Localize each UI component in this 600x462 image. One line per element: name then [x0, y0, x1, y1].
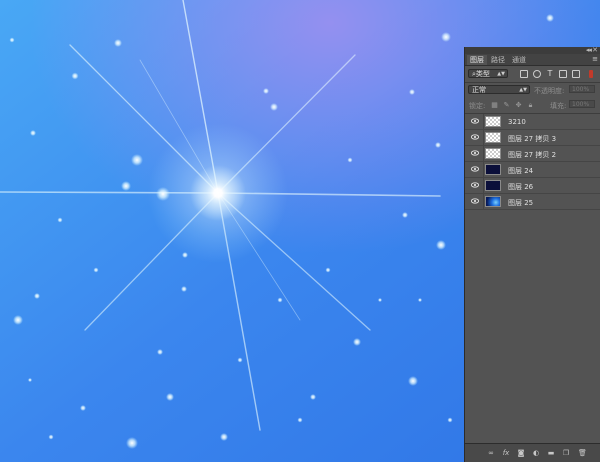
visibility-toggle[interactable] — [465, 114, 484, 130]
panel-tabs: 图层 路径 通道 ≡ — [465, 54, 600, 66]
opacity-input[interactable]: 100% — [569, 85, 595, 93]
opacity-label: 不透明度: — [534, 87, 565, 95]
layer-filter-row: ⌕类型 ▲▼ T — [465, 68, 600, 80]
layer-thumbnail — [485, 132, 501, 143]
layer-row[interactable]: 3210 — [465, 114, 600, 130]
layers-panel: ◂◂ ✕ 图层 路径 通道 ≡ ⌕类型 ▲▼ T 正常 ▲▼ 不透明度: 100… — [464, 46, 600, 462]
pixel-filter-icon[interactable] — [520, 70, 528, 78]
collapse-arrows-icon[interactable]: ◂◂ ✕ — [586, 46, 598, 54]
fill-label: 填充: — [550, 102, 567, 110]
mask-icon[interactable]: ◙ — [517, 449, 525, 457]
eye-icon — [471, 134, 479, 140]
lock-brush-icon[interactable]: ✎ — [503, 102, 510, 109]
group-folder-icon[interactable]: ▬ — [547, 449, 555, 457]
lock-move-icon[interactable]: ✥ — [515, 102, 522, 109]
type-filter-icon[interactable]: T — [546, 70, 554, 78]
layer-row[interactable]: 图层 25 — [465, 194, 600, 210]
filter-kind-select[interactable]: ⌕类型 ▲▼ — [468, 69, 508, 78]
layer-thumbnail — [485, 148, 501, 159]
layer-row[interactable]: 图层 27 拷贝 3 — [465, 130, 600, 146]
layer-name: 图层 24 — [508, 167, 534, 175]
shape-filter-icon[interactable] — [559, 70, 567, 78]
visibility-toggle[interactable] — [465, 178, 484, 194]
layer-thumbnail — [485, 196, 501, 207]
lock-all-icon[interactable]: 🔒︎ — [527, 102, 534, 109]
filter-toggle-switch[interactable] — [589, 70, 593, 78]
layer-row[interactable]: 图层 27 拷贝 2 — [465, 146, 600, 162]
lock-label: 锁定: — [469, 102, 486, 110]
eye-icon — [471, 166, 479, 172]
panel-menu-icon[interactable]: ≡ — [592, 55, 598, 63]
fill-input[interactable]: 100% — [569, 100, 595, 108]
layer-name: 图层 26 — [508, 183, 534, 191]
tab-paths[interactable]: 路径 — [488, 55, 508, 65]
visibility-toggle[interactable] — [465, 194, 484, 210]
divider — [465, 82, 600, 83]
layer-name: 图层 27 拷贝 2 — [508, 151, 557, 159]
fx-icon[interactable]: fx — [502, 449, 510, 457]
blend-row: 正常 ▲▼ 不透明度: 100% — [465, 84, 600, 96]
lock-transparent-icon[interactable]: ▦ — [491, 102, 498, 109]
eye-icon — [471, 182, 479, 188]
layer-name: 图层 25 — [508, 199, 534, 207]
lock-row: 锁定: ▦ ✎ ✥ 🔒︎ 填充: 100% — [465, 99, 600, 111]
layer-thumbnail — [485, 164, 501, 175]
panel-collapse-bar[interactable]: ◂◂ ✕ — [465, 46, 600, 54]
layer-name: 3210 — [508, 118, 526, 126]
new-layer-icon[interactable]: ❐ — [562, 449, 570, 457]
visibility-toggle[interactable] — [465, 162, 484, 178]
tab-layers[interactable]: 图层 — [467, 55, 487, 65]
visibility-toggle[interactable] — [465, 130, 484, 146]
layer-thumbnail — [485, 116, 501, 127]
filter-kind-value: 类型 — [475, 70, 490, 78]
tab-channels[interactable]: 通道 — [509, 55, 529, 65]
smart-object-filter-icon[interactable] — [572, 70, 580, 78]
layer-name: 图层 27 拷贝 3 — [508, 135, 557, 143]
layer-row[interactable]: 图层 26 — [465, 178, 600, 194]
layers-bottom-toolbar: ∞ fx ◙ ◐ ▬ ❐ 🗑︎ — [465, 443, 600, 462]
link-layers-icon[interactable]: ∞ — [487, 449, 495, 457]
blend-mode-select[interactable]: 正常 ▲▼ — [468, 85, 530, 94]
chevron-down-icon: ▲▼ — [497, 71, 505, 77]
adjustment-layer-icon[interactable]: ◐ — [532, 449, 540, 457]
eye-icon — [471, 198, 479, 204]
adjustment-filter-icon[interactable] — [533, 70, 541, 78]
layer-row[interactable]: 图层 24 — [465, 162, 600, 178]
eye-icon — [471, 118, 479, 124]
chevron-down-icon: ▲▼ — [519, 87, 527, 93]
trash-icon[interactable]: 🗑︎ — [578, 449, 587, 457]
layer-thumbnail — [485, 180, 501, 191]
blend-mode-value: 正常 — [472, 86, 486, 94]
eye-icon — [471, 150, 479, 156]
visibility-toggle[interactable] — [465, 146, 484, 162]
